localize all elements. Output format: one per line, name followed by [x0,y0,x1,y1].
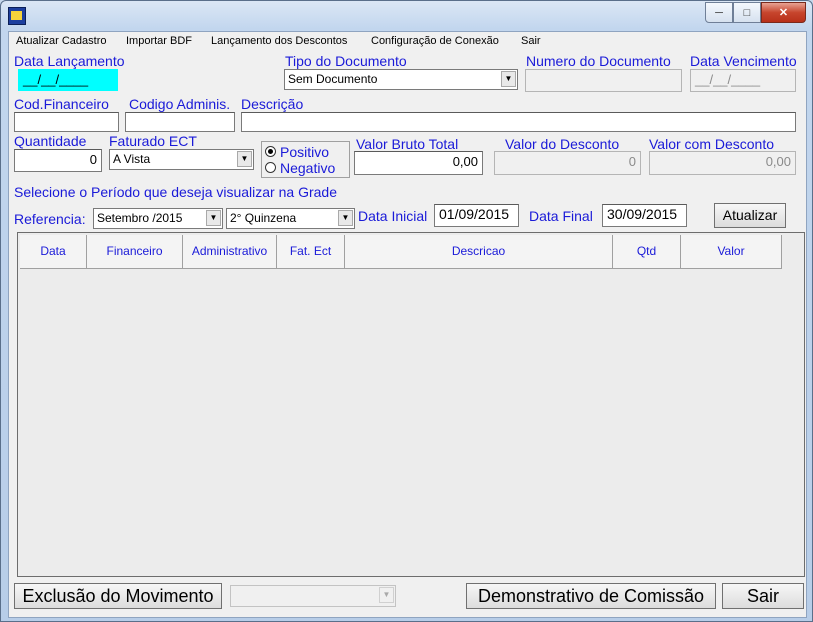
atualizar-button[interactable]: Atualizar [714,203,786,228]
chevron-down-icon[interactable]: ▼ [379,587,394,603]
faturado-ect-label: Faturado ECT [109,133,197,149]
exclusao-movimento-button[interactable]: Exclusão do Movimento [14,583,222,609]
exclusao-label: Exclusão do Movimento [22,586,214,606]
main-window: ─ □ ✕ Atualizar Cadastro Importar BDF La… [0,0,813,622]
faturado-ect-select[interactable]: A Vista ▼ [109,149,254,170]
grid-header: Data Financeiro Administrativo Fat. Ect … [20,235,782,269]
grid-col-fat-ect[interactable]: Fat. Ect [277,235,345,268]
chevron-down-icon[interactable]: ▼ [237,151,252,167]
title-bar: ─ □ ✕ [1,1,812,31]
valor-desconto-field[interactable]: 0 [494,151,641,175]
data-lancamento-label: Data Lançamento [14,53,125,69]
demonstrativo-label: Demonstrativo de Comissão [477,586,705,606]
negativo-label: Negativo [280,160,336,176]
caption-buttons: ─ □ ✕ [705,2,806,23]
grid-col-financeiro[interactable]: Financeiro [87,235,183,268]
chevron-down-icon[interactable]: ▼ [501,71,516,87]
quantidade-field[interactable]: 0 [14,149,102,172]
close-icon[interactable]: ✕ [761,2,806,23]
quantidade-label: Quantidade [14,133,87,149]
data-final-label: Data Final [529,208,593,224]
data-inicial-label: Data Inicial [358,208,428,224]
positivo-label: Positivo [280,144,330,160]
numero-documento-field[interactable] [525,69,682,92]
tipo-documento-select[interactable]: Sem Documento ▼ [284,69,518,90]
referencia-mes-value: Setembro /2015 [97,211,183,225]
negativo-radio[interactable]: Negativo [265,160,335,176]
data-final-field[interactable]: 30/09/2015 [602,204,687,227]
referencia-mes-select[interactable]: Setembro /2015 ▼ [93,208,223,229]
grid-col-descricao[interactable]: Descricao [345,235,613,268]
data-vencimento-field[interactable]: __/__/____ [690,69,796,92]
radio-selected-icon [265,146,276,157]
minimize-icon[interactable]: ─ [705,2,733,23]
tipo-documento-label: Tipo do Documento [285,53,407,69]
sair-label: Sair [746,586,779,606]
data-inicial-field[interactable]: 01/09/2015 [434,204,519,227]
menu-sair[interactable]: Sair [521,35,541,47]
referencia-quinzena-value: 2° Quinzena [230,211,297,225]
codigo-adminis-field[interactable] [125,112,235,132]
cod-financeiro-label: Cod.Financeiro [14,96,109,112]
menu-lancamento-descontos[interactable]: Lançamento dos Descontos [211,35,347,47]
movimento-grid[interactable]: Data Financeiro Administrativo Fat. Ect … [17,232,805,577]
valor-bruto-field[interactable]: 0,00 [354,151,483,175]
data-vencimento-label: Data Vencimento [690,53,797,69]
positivo-radio[interactable]: Positivo [265,144,329,160]
descricao-label: Descrição [241,96,304,112]
chevron-down-icon[interactable]: ▼ [338,210,353,226]
cod-financeiro-field[interactable] [14,112,119,132]
valor-desconto-label: Valor do Desconto [505,136,620,152]
valor-com-desconto-label: Valor com Desconto [649,136,775,152]
valor-com-desconto-field[interactable]: 0,00 [649,151,796,175]
grid-col-data[interactable]: Data [20,235,87,268]
menu-bar: Atualizar Cadastro Importar BDF Lançamen… [9,32,806,50]
grid-col-administrativo[interactable]: Administrativo [183,235,277,268]
menu-importar-bdf[interactable]: Importar BDF [126,35,192,47]
periodo-label: Selecione o Período que deseja visualiza… [14,184,337,200]
client-area: Atualizar Cadastro Importar BDF Lançamen… [8,31,807,618]
demonstrativo-comissao-button[interactable]: Demonstrativo de Comissão [466,583,716,609]
grid-col-valor[interactable]: Valor [681,235,782,268]
referencia-label: Referencia: [14,211,86,227]
grid-col-qtd[interactable]: Qtd [613,235,681,268]
menu-atualizar-cadastro[interactable]: Atualizar Cadastro [16,35,107,47]
radio-unselected-icon [265,162,276,173]
data-lancamento-field[interactable]: __/__/____ [18,69,118,91]
numero-documento-label: Numero do Documento [526,53,671,69]
descricao-field[interactable] [241,112,796,132]
tipo-documento-value: Sem Documento [288,72,378,86]
menu-configuracao-conexao[interactable]: Configuração de Conexão [371,35,499,47]
codigo-adminis-label: Codigo Adminis. [129,96,231,112]
maximize-icon[interactable]: □ [733,2,761,23]
sair-button[interactable]: Sair [722,583,804,609]
app-icon [8,7,26,25]
faturado-ect-value: A Vista [113,152,151,166]
referencia-quinzena-select[interactable]: 2° Quinzena ▼ [226,208,355,229]
bottom-select[interactable]: ▼ [230,585,396,607]
chevron-down-icon[interactable]: ▼ [206,210,221,226]
valor-bruto-label: Valor Bruto Total [356,136,459,152]
